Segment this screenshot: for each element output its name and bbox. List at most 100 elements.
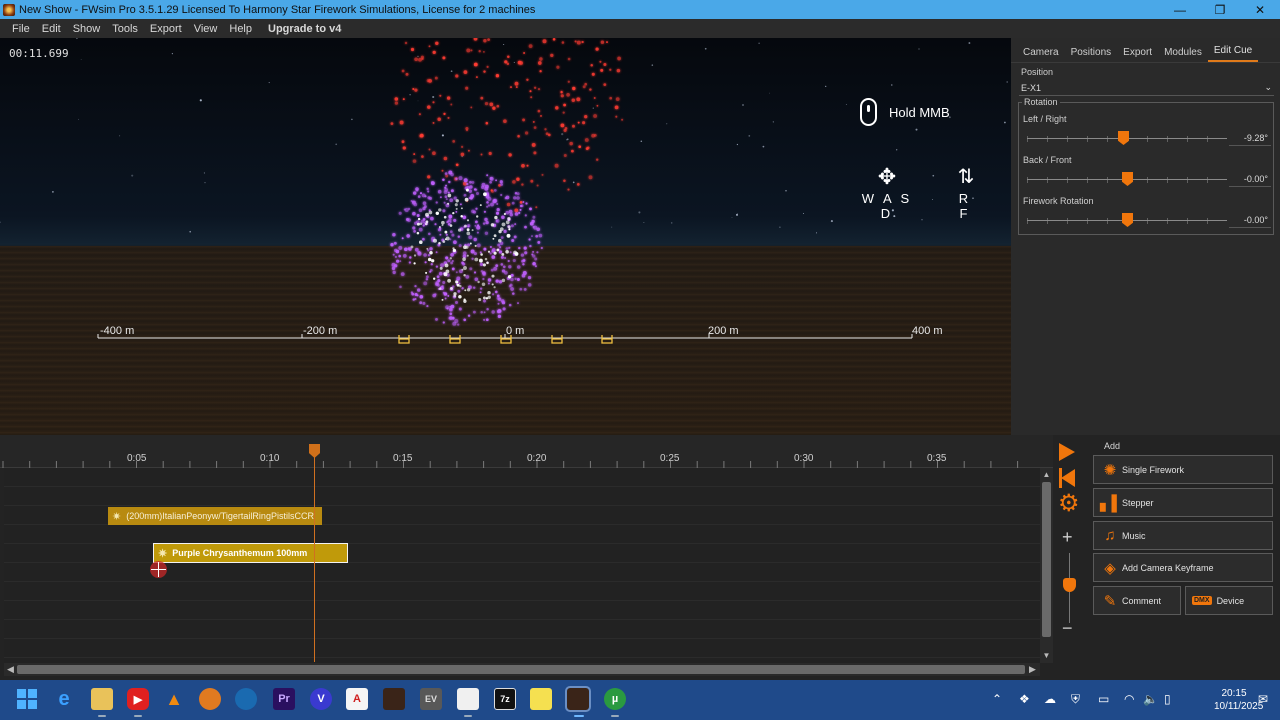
dropbox-icon[interactable]: ❖: [1019, 692, 1030, 706]
firework-spark: [464, 197, 469, 202]
tab-camera[interactable]: Camera: [1017, 47, 1065, 62]
scroll-up-icon[interactable]: ▲: [1040, 470, 1053, 479]
tab-modules[interactable]: Modules: [1158, 47, 1208, 62]
firework-spark: [506, 233, 511, 238]
timeline[interactable]: 0:05 0:10 0:15 0:20 0:25 0:30 0:35 ✷ (20…: [0, 435, 1053, 680]
fwsim-active-icon[interactable]: [565, 686, 591, 712]
rotation-group: Rotation Left / Right -9.28° Back / Fron…: [1018, 97, 1274, 235]
firework-spark: [527, 275, 532, 280]
launch-position-marker: [601, 335, 613, 344]
firework-spark: [469, 242, 472, 245]
scrollbar-thumb[interactable]: [1042, 482, 1051, 637]
photos-app-icon[interactable]: [457, 688, 479, 710]
slider-thumb[interactable]: [1122, 172, 1133, 186]
menu-tools[interactable]: Tools: [106, 23, 144, 35]
firework-spark: [593, 114, 598, 118]
7zip-icon[interactable]: 7z: [494, 688, 516, 710]
menu-help[interactable]: Help: [223, 23, 258, 35]
close-button[interactable]: ✕: [1240, 0, 1280, 19]
add-comment-button[interactable]: ✎ Comment: [1093, 586, 1181, 615]
firework-spark: [603, 83, 607, 86]
fl-studio-icon[interactable]: [199, 688, 221, 710]
add-single-firework-button[interactable]: ✺ Single Firework: [1093, 455, 1273, 484]
acrobat-icon[interactable]: A: [346, 688, 368, 710]
firework-spark: [448, 218, 452, 222]
sticky-app-icon[interactable]: [530, 688, 552, 710]
slider-value-input[interactable]: -0.00°: [1229, 213, 1271, 228]
ev-app-icon[interactable]: EV: [420, 688, 442, 710]
menu-file[interactable]: File: [6, 23, 36, 35]
timeline-horizontal-scrollbar[interactable]: ◀ ▶: [4, 663, 1040, 676]
firework-spark: [481, 282, 486, 287]
firework-spark: [430, 181, 435, 186]
add-camera-keyframe-button[interactable]: ◈ Add Camera Keyframe: [1093, 553, 1273, 582]
notifications-icon[interactable]: ✉: [1258, 692, 1268, 706]
upgrade-link[interactable]: Upgrade to v4: [262, 23, 347, 35]
firework-spark: [492, 106, 496, 110]
chevron-up-icon[interactable]: ⌃: [992, 692, 1002, 706]
add-device-button[interactable]: DMX Device: [1185, 586, 1273, 615]
cue-purple-chrysanthemum[interactable]: ✷ Purple Chrysanthemum 100mm: [153, 543, 348, 563]
display-icon[interactable]: ▭: [1098, 692, 1109, 706]
add-stepper-button[interactable]: ▖▌ Stepper: [1093, 488, 1273, 517]
cue-italian-peony[interactable]: ✷ (200mm)ItalianPeonyw/TigertailRingPist…: [108, 507, 322, 525]
onedrive-cloud-icon[interactable]: ☁: [1044, 692, 1056, 706]
play-icon[interactable]: [1059, 443, 1075, 461]
firework-spark: [399, 285, 402, 289]
timeline-vertical-scrollbar[interactable]: ▲ ▼: [1040, 468, 1053, 663]
volume-icon[interactable]: 🔈: [1143, 692, 1158, 706]
firework-spark: [428, 148, 431, 151]
slider-thumb[interactable]: [1122, 213, 1133, 227]
maximize-button[interactable]: ❐: [1200, 0, 1240, 19]
firework-spark: [429, 270, 432, 273]
firework-spark: [501, 252, 505, 256]
firework-spark: [473, 188, 477, 191]
edge-browser-icon[interactable]: e: [53, 688, 75, 710]
firework-spark: [465, 86, 469, 90]
menu-show[interactable]: Show: [67, 23, 107, 35]
utorrent-icon[interactable]: µ: [604, 688, 626, 710]
menu-export[interactable]: Export: [144, 23, 188, 35]
firework-spark: [439, 94, 442, 97]
menu-edit[interactable]: Edit: [36, 23, 67, 35]
zoom-slider-thumb[interactable]: [1063, 578, 1076, 592]
add-music-button[interactable]: ♫ Music: [1093, 521, 1273, 550]
zoom-in-icon[interactable]: +: [1062, 527, 1073, 548]
firework-spark: [435, 251, 438, 254]
simulation-viewport[interactable]: 00:11.699 Hold MMB ✥ W A S D ⇅ R F -400 …: [0, 38, 1011, 435]
gear-icon[interactable]: ⚙: [1058, 492, 1080, 516]
firework-spark: [468, 189, 472, 193]
security-icon[interactable]: ⛨: [1071, 692, 1080, 707]
scroll-left-icon[interactable]: ◀: [7, 663, 14, 676]
tab-export[interactable]: Export: [1117, 47, 1158, 62]
wifi-icon[interactable]: ◠: [1124, 692, 1134, 706]
scrollbar-thumb[interactable]: [17, 665, 1025, 674]
minimize-button[interactable]: —: [1160, 0, 1200, 19]
scroll-down-icon[interactable]: ▼: [1040, 651, 1053, 660]
tab-edit-cue[interactable]: Edit Cue: [1207, 45, 1259, 62]
menu-view[interactable]: View: [188, 23, 224, 35]
system-clock[interactable]: 20:15 10/11/2025: [1214, 687, 1263, 713]
firework-spark: [487, 196, 492, 201]
battery-icon[interactable]: ▯: [1164, 692, 1171, 706]
zoom-out-icon[interactable]: −: [1062, 618, 1073, 639]
v-app-icon[interactable]: V: [310, 688, 332, 710]
timeline-ruler[interactable]: 0:05 0:10 0:15 0:20 0:25 0:30 0:35: [0, 435, 1053, 468]
running-indicator: [611, 715, 619, 717]
firework-spark: [496, 248, 500, 252]
scroll-right-icon[interactable]: ▶: [1029, 663, 1036, 676]
firework-spark: [391, 266, 396, 271]
firework-spark: [453, 218, 457, 222]
file-explorer-icon[interactable]: [91, 688, 113, 710]
premiere-pro-icon[interactable]: Pr: [273, 688, 295, 710]
tab-positions[interactable]: Positions: [1065, 47, 1118, 62]
fwsim-app-icon[interactable]: [383, 688, 405, 710]
slider-thumb[interactable]: [1118, 131, 1129, 145]
windows-start-icon[interactable]: [16, 688, 38, 710]
youtube-icon[interactable]: ▶: [127, 688, 149, 710]
vlc-icon[interactable]: ▲: [163, 688, 185, 710]
headphones-app-icon[interactable]: [235, 688, 257, 710]
position-select[interactable]: E-X1 ⌄: [1019, 80, 1274, 96]
rewind-icon[interactable]: [1059, 468, 1076, 488]
ruler-label: 0:25: [660, 453, 680, 464]
